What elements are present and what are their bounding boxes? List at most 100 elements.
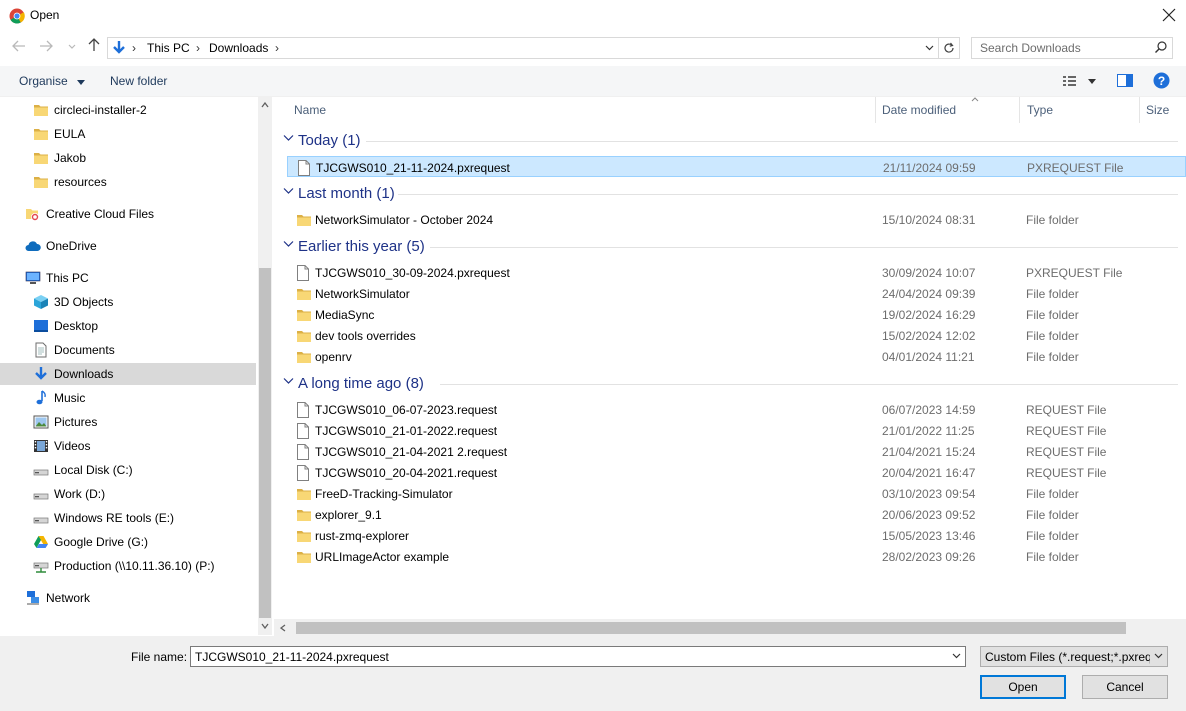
file-icon [296, 444, 310, 460]
file-name-value[interactable]: TJCGWS010_21-11-2024.pxrequest [195, 650, 389, 664]
folder-row[interactable]: dev tools overrides 15/02/2024 12:02 File … [287, 325, 1182, 346]
sidebar-item-pictures[interactable]: Pictures [0, 411, 256, 433]
sidebar-item-this-pc[interactable]: This PC [0, 267, 256, 289]
scroll-up-icon[interactable] [261, 102, 269, 108]
address-bar[interactable]: › This PC › Downloads › [107, 37, 939, 59]
sidebar-scroll-thumb[interactable] [259, 268, 271, 618]
sidebar-item-label: Creative Cloud Files [46, 207, 155, 221]
chevron-down-icon[interactable] [283, 133, 294, 145]
sidebar-item-circleci-installer-2[interactable]: circleci-installer-2 [0, 99, 256, 121]
group-header[interactable]: A long time ago (8) [274, 373, 1186, 395]
chevron-down-icon[interactable] [283, 186, 294, 198]
window-title: Open [30, 8, 60, 22]
file-row[interactable]: TJCGWS010_30-09-2024.pxrequest 30/09/2024… [287, 262, 1182, 283]
group-divider [430, 247, 1178, 248]
cancel-button[interactable]: Cancel [1082, 675, 1168, 699]
sidebar-item-desktop[interactable]: Desktop [0, 315, 256, 337]
back-button[interactable] [10, 38, 28, 56]
file-row[interactable]: TJCGWS010_20-04-2021.request 20/04/2021 1… [287, 462, 1182, 483]
sidebar-item-music[interactable]: Music [0, 387, 256, 409]
sidebar-item-onedrive[interactable]: OneDrive [0, 235, 256, 257]
forward-button[interactable] [37, 38, 55, 56]
preview-pane-button[interactable] [1117, 74, 1133, 91]
scroll-left-icon[interactable] [280, 624, 286, 632]
sidebar-item-videos[interactable]: Videos [0, 435, 256, 457]
folder-icon [296, 328, 311, 343]
sidebar-item-eula[interactable]: EULA [0, 123, 256, 145]
group-header[interactable]: Earlier this year (5) [274, 236, 1186, 258]
folder-row[interactable]: rust-zmq-explorer 15/05/2023 13:46 File fo… [287, 525, 1182, 546]
refresh-button[interactable] [938, 37, 960, 59]
group-header[interactable]: Today (1) [274, 130, 1186, 152]
sidebar-item-windows-re-tools-e[interactable]: Windows RE tools (E:) [0, 507, 256, 529]
column-size[interactable]: Size [1146, 103, 1169, 117]
chevron-down-icon[interactable] [952, 653, 961, 659]
video-icon [33, 438, 49, 454]
chevron-down-icon[interactable] [283, 239, 294, 251]
sidebar-item-resources[interactable]: resources [0, 171, 256, 193]
file-name-field[interactable]: TJCGWS010_21-11-2024.pxrequest [190, 646, 966, 667]
sidebar-item-creative-cloud-files[interactable]: Creative Cloud Files [0, 203, 256, 225]
scroll-down-icon[interactable] [261, 623, 269, 629]
download-icon [113, 41, 125, 54]
sidebar-item-label: Production (\\10.11.36.10) (P:) [54, 559, 215, 573]
file-type: File folder [1026, 550, 1079, 564]
sidebar-item-downloads[interactable]: Downloads [0, 363, 256, 385]
column-date-modified[interactable]: Date modified [882, 103, 956, 117]
sidebar-item-label: resources [54, 175, 107, 189]
picture-icon [33, 414, 49, 430]
command-bar: Organise New folder ? [0, 66, 1186, 97]
sidebar-item-google-drive-g[interactable]: Google Drive (G:) [0, 531, 256, 553]
help-button[interactable]: ? [1153, 72, 1170, 92]
open-button[interactable]: Open [980, 675, 1066, 699]
horizontal-scroll-thumb[interactable] [296, 622, 1126, 634]
column-divider[interactable] [1139, 97, 1140, 123]
recent-locations-button[interactable] [63, 38, 81, 56]
computer-icon [25, 270, 41, 286]
cloud-icon [25, 238, 41, 254]
view-options-button[interactable] [1062, 74, 1102, 91]
sidebar-item-label: 3D Objects [54, 295, 114, 309]
sidebar-item-network[interactable]: Network [0, 587, 256, 609]
sidebar-item-documents[interactable]: Documents [0, 339, 256, 361]
breadcrumb-this-pc[interactable]: This PC [147, 41, 190, 55]
column-name[interactable]: Name [294, 103, 326, 117]
column-type[interactable]: Type [1027, 103, 1053, 117]
file-type: REQUEST File [1026, 466, 1107, 480]
sidebar-item-local-disk-c[interactable]: Local Disk (C:) [0, 459, 256, 481]
group-header[interactable]: Last month (1) [274, 183, 1186, 205]
sidebar-item-3d-objects[interactable]: 3D Objects [0, 291, 256, 313]
organise-menu[interactable]: Organise [19, 74, 86, 88]
sidebar-item-jakob[interactable]: Jakob [0, 147, 256, 169]
file-row[interactable]: TJCGWS010_21-04-2021 2.request 21/04/2021… [287, 441, 1182, 462]
column-divider[interactable] [875, 97, 876, 123]
close-button[interactable] [1158, 4, 1180, 26]
new-folder-button[interactable]: New folder [110, 74, 167, 88]
folder-row[interactable]: MediaSync 19/02/2024 16:29 File folder [287, 304, 1182, 325]
file-type-select[interactable]: Custom Files (*.request;*.pxrequest) [980, 646, 1168, 667]
folder-row[interactable]: URLImageActor example 28/02/2023 09:26 Fil… [287, 546, 1182, 567]
folder-row[interactable]: FreeD-Tracking-Simulator 03/10/2023 09:54… [287, 483, 1182, 504]
chevron-down-icon[interactable] [925, 45, 934, 51]
folder-row[interactable]: NetworkSimulator 24/04/2024 09:39 File fol… [287, 283, 1182, 304]
folder-row[interactable]: openrv 04/01/2024 11:21 File folder [287, 346, 1182, 367]
file-row[interactable]: TJCGWS010_21-01-2022.request 21/01/2022 1… [287, 420, 1182, 441]
file-row[interactable]: TJCGWS010_06-07-2023.request 06/07/2023 1… [287, 399, 1182, 420]
up-button[interactable] [85, 38, 103, 56]
desktop-icon [33, 318, 49, 334]
search-input[interactable]: Search Downloads [971, 37, 1173, 59]
breadcrumb-downloads[interactable]: Downloads [209, 41, 268, 55]
file-date-modified: 24/04/2024 09:39 [882, 287, 976, 301]
folder-row[interactable]: explorer_9.1 20/06/2023 09:52 File folder [287, 504, 1182, 525]
column-divider[interactable] [1019, 97, 1020, 123]
sidebar-item-production-10-11-36-10-p[interactable]: Production (\\10.11.36.10) (P:) [0, 555, 256, 577]
sidebar-item-work-d[interactable]: Work (D:) [0, 483, 256, 505]
chevron-down-icon[interactable] [283, 376, 294, 388]
file-date-modified: 19/02/2024 16:29 [882, 308, 976, 322]
folder-row[interactable]: NetworkSimulator - October 2024 15/10/202… [287, 209, 1182, 230]
creative-cloud-icon [25, 206, 41, 222]
file-name: FreeD-Tracking-Simulator [315, 487, 453, 501]
file-row[interactable]: TJCGWS010_21-11-2024.pxrequest 21/11/2024… [287, 156, 1186, 177]
drive-icon [33, 486, 49, 502]
navigation-pane: circleci-installer-2 EULA Jakob resources Cr… [0, 97, 272, 635]
